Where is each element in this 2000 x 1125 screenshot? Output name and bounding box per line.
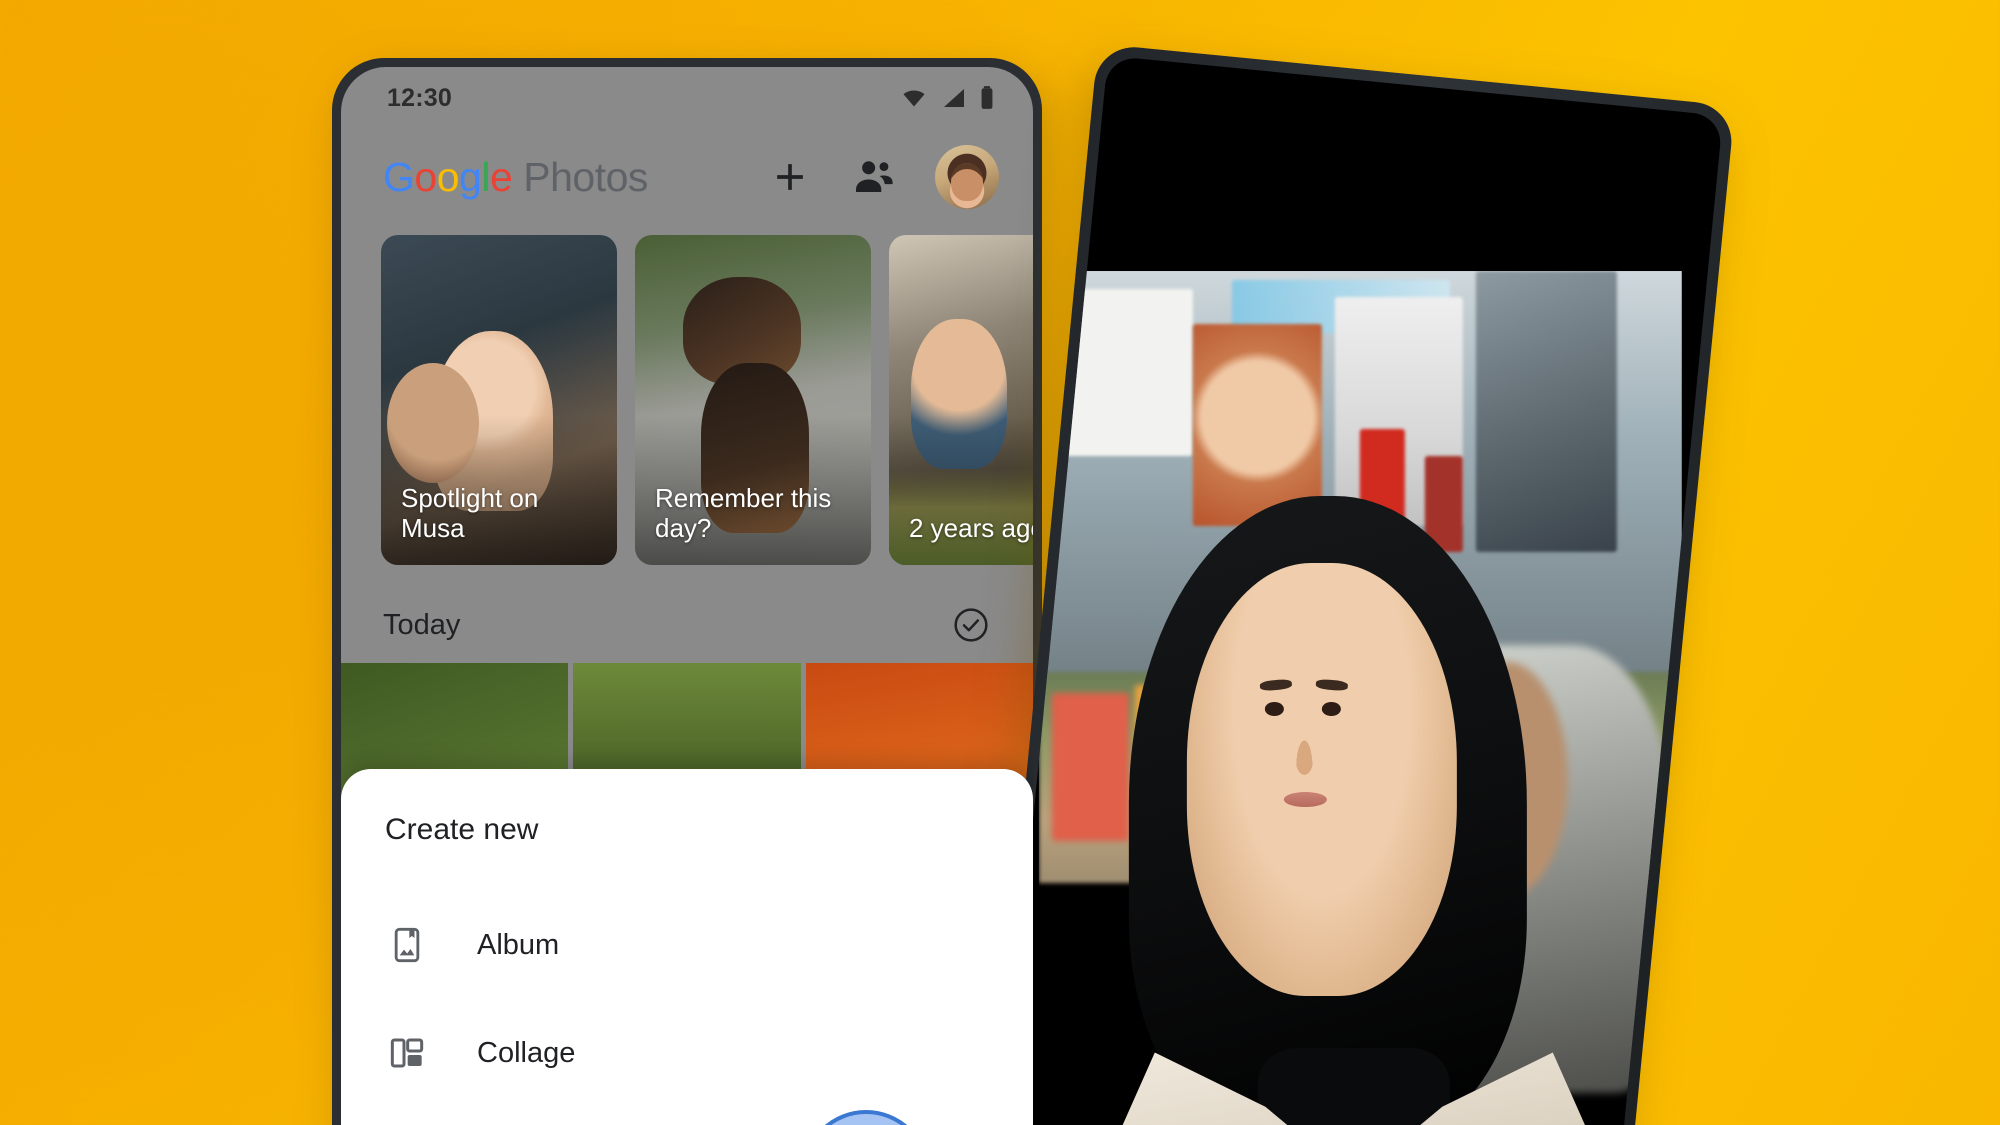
people-icon[interactable]	[851, 154, 897, 200]
memory-card[interactable]: 2 years ago	[889, 235, 1033, 565]
collage-icon	[385, 1031, 429, 1075]
sheet-item-label: Album	[477, 928, 560, 961]
create-new-bottom-sheet: Create new Album Collage	[341, 769, 1033, 1125]
phone-screen: 12:30 Google Photos Spotlight on Musa Re…	[341, 67, 1033, 1125]
bottom-sheet-title: Create new	[385, 813, 539, 846]
tablet-screen	[996, 55, 1724, 1125]
memories-carousel[interactable]: Spotlight on Musa Remember this day? 2 y…	[341, 235, 1033, 565]
memory-title: Remember this day?	[655, 482, 832, 543]
section-label: Today	[383, 608, 461, 641]
app-bar-actions	[767, 145, 1003, 209]
status-bar-clock: 12:30	[387, 83, 452, 112]
memory-title: 2 years ago	[909, 512, 1033, 543]
phone-device: 12:30 Google Photos Spotlight on Musa Re…	[332, 58, 1042, 1125]
memory-card[interactable]: Remember this day?	[635, 235, 871, 565]
album-icon	[385, 923, 429, 967]
tablet-device	[984, 43, 1736, 1125]
memory-card[interactable]: Spotlight on Musa	[381, 235, 617, 565]
section-header-today: Today	[341, 587, 1033, 663]
subject-neck	[1257, 1047, 1450, 1125]
subject-face	[1186, 563, 1457, 996]
billboard	[1051, 288, 1193, 456]
status-bar: 12:30	[341, 67, 1033, 129]
sheet-item-collage[interactable]: Collage	[341, 999, 1033, 1107]
status-bar-icons	[899, 85, 995, 111]
logo-product-word: Photos	[523, 153, 648, 200]
google-photos-logo: Google Photos	[383, 153, 648, 200]
tablet-photo-viewer[interactable]	[1038, 270, 1682, 1125]
wifi-icon	[899, 86, 929, 110]
battery-icon	[979, 85, 995, 111]
sheet-item-highlight-video[interactable]: Highlight video	[341, 1107, 1033, 1125]
avatar[interactable]	[935, 145, 999, 209]
sheet-item-album[interactable]: Album	[341, 891, 1033, 999]
app-bar: Google Photos	[341, 129, 1033, 225]
sheet-item-label: Collage	[477, 1036, 576, 1069]
plus-icon[interactable]	[767, 154, 813, 200]
check-circle-icon[interactable]	[951, 605, 991, 645]
photo-subject-portrait	[1039, 481, 1682, 1125]
cellular-signal-icon	[940, 86, 968, 110]
memory-title: Spotlight on Musa	[401, 482, 539, 543]
